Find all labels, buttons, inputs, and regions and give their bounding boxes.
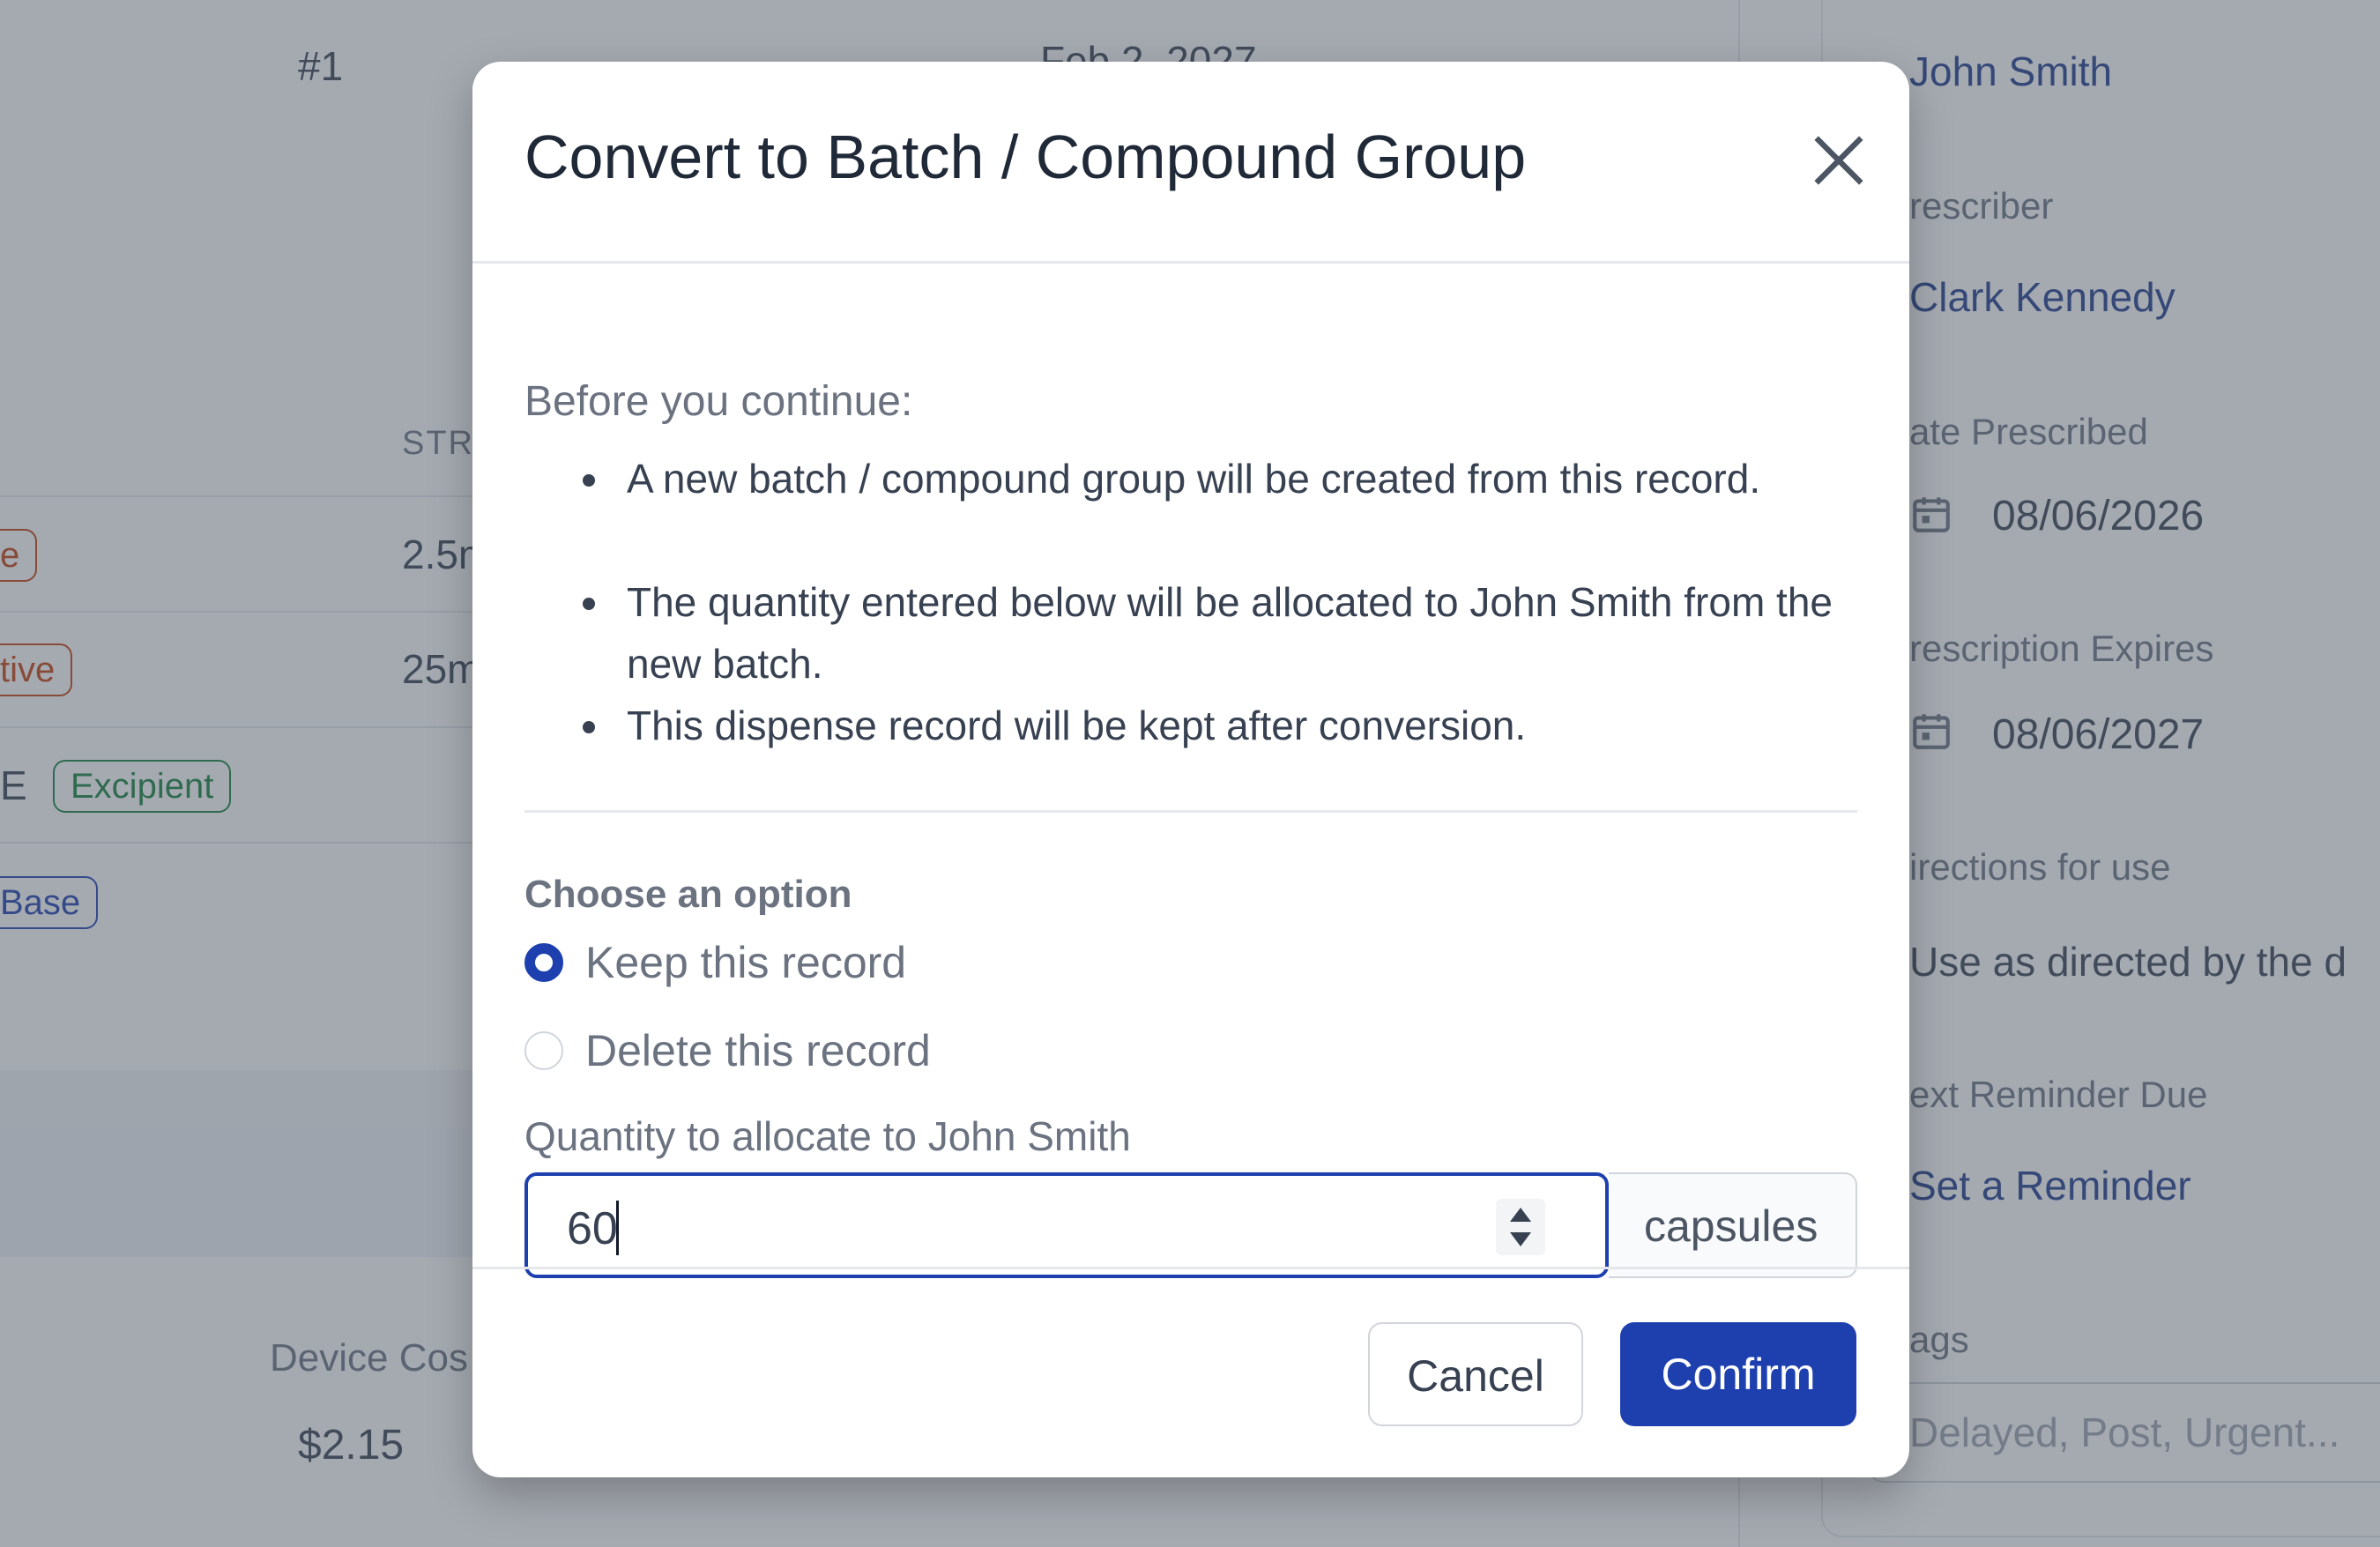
- radio-keep-record[interactable]: Keep this record: [524, 936, 906, 989]
- radio-delete-record[interactable]: Delete this record: [524, 1024, 931, 1077]
- modal-header: Convert to Batch / Compound Group: [472, 62, 1909, 264]
- chevron-down-icon[interactable]: [1510, 1232, 1531, 1246]
- confirm-button[interactable]: Confirm: [1620, 1322, 1856, 1426]
- option-title: Choose an option: [524, 873, 852, 916]
- radio-button-checked[interactable]: [524, 943, 563, 982]
- quantity-label: Quantity to allocate to John Smith: [524, 1113, 1131, 1159]
- cancel-button[interactable]: Cancel: [1368, 1322, 1583, 1426]
- intro-text: Before you continue:: [524, 378, 913, 425]
- quantity-unit-addon: capsules: [1609, 1172, 1857, 1278]
- radio-label: Delete this record: [585, 1026, 931, 1075]
- quantity-unit: capsules: [1644, 1201, 1818, 1251]
- list-item: This dispense record will be kept after …: [583, 695, 1817, 756]
- list-item: A new batch / compound group will be cre…: [583, 448, 1817, 571]
- quantity-stepper[interactable]: [1496, 1199, 1545, 1255]
- cancel-button-label: Cancel: [1407, 1351, 1544, 1401]
- bullet-text: The quantity entered below will be alloc…: [627, 579, 1833, 687]
- quantity-value: 60: [567, 1203, 618, 1254]
- list-item: The quantity entered below will be alloc…: [583, 571, 1833, 695]
- quantity-input[interactable]: 60: [524, 1172, 1609, 1278]
- close-icon[interactable]: [1805, 127, 1872, 194]
- bullet-text: This dispense record will be kept after …: [627, 703, 1527, 748]
- modal-title: Convert to Batch / Compound Group: [524, 123, 1527, 191]
- chevron-up-icon[interactable]: [1510, 1208, 1531, 1222]
- divider: [524, 810, 1857, 813]
- bullet-text: A new batch / compound group will be cre…: [627, 456, 1761, 502]
- convert-batch-modal: Convert to Batch / Compound Group Before…: [472, 62, 1909, 1477]
- modal-footer-divider: [472, 1267, 1909, 1269]
- radio-label: Keep this record: [585, 938, 907, 987]
- confirm-button-label: Confirm: [1661, 1350, 1816, 1399]
- radio-button[interactable]: [524, 1031, 563, 1070]
- text-cursor: [616, 1201, 619, 1255]
